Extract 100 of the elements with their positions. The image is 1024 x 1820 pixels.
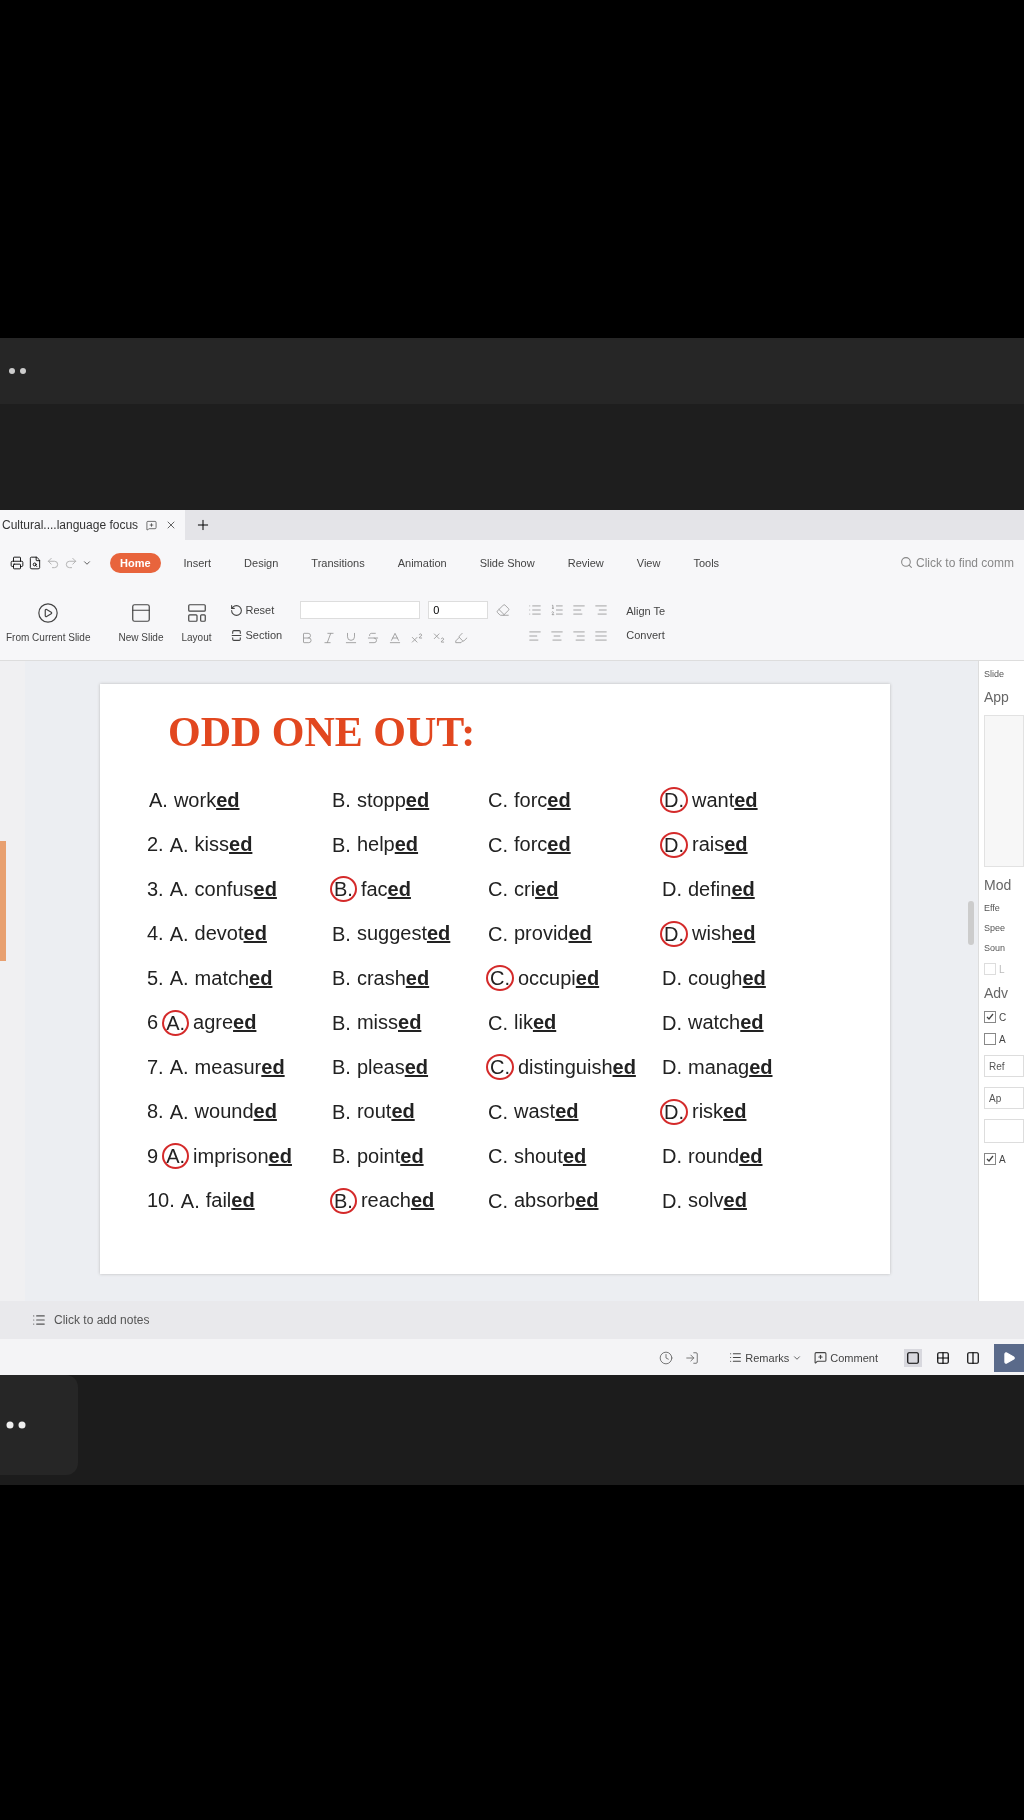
dots-icon[interactable] <box>8 367 28 375</box>
option-word: solved <box>688 1189 747 1213</box>
justify-icon[interactable] <box>594 628 609 643</box>
panel-label: Slide <box>984 669 1005 679</box>
menu-tab[interactable]: Animation <box>387 552 457 573</box>
option-word: cried <box>514 877 559 901</box>
panel-field[interactable] <box>984 1119 1024 1143</box>
dots-icon[interactable] <box>6 1421 28 1429</box>
print-icon[interactable] <box>10 555 24 570</box>
scrollbar-thumb[interactable] <box>968 901 974 945</box>
redo-icon[interactable] <box>64 555 78 570</box>
comment-icon[interactable] <box>146 519 158 531</box>
clear-format-icon[interactable] <box>496 602 511 617</box>
enter-icon[interactable] <box>685 1350 700 1365</box>
option-letter: C. <box>487 1144 509 1170</box>
panel-checkbox[interactable]: A <box>984 1033 1024 1045</box>
option-word: pleased <box>356 1055 429 1079</box>
slide-title: ODD ONE OUT: <box>168 708 477 756</box>
menu-tab[interactable]: Design <box>234 552 289 573</box>
circled-option-letter: C. <box>486 965 514 992</box>
numbering-icon[interactable] <box>550 602 565 617</box>
search-field[interactable]: Click to find comm <box>899 555 1014 570</box>
remarks-button[interactable]: Remarks <box>729 1351 803 1364</box>
menu-tab[interactable]: Transitions <box>301 552 375 573</box>
option-word: measured <box>194 1055 285 1079</box>
option-word: defined <box>688 877 755 901</box>
document-title: Cultural....language focus <box>2 518 139 532</box>
italic-icon[interactable] <box>322 630 337 645</box>
option-letter: C. <box>487 1188 509 1214</box>
new-slide-icon <box>130 602 152 624</box>
option-letter: D. <box>661 1144 683 1170</box>
circled-option-letter: D. <box>660 920 688 947</box>
menu-tab[interactable]: Insert <box>173 552 222 573</box>
option-word: devoted <box>194 922 267 946</box>
circled-option-letter: D. <box>660 831 688 858</box>
option-letter: C. <box>487 788 509 814</box>
bullets-icon[interactable] <box>528 602 543 617</box>
option-word: risked <box>692 1100 747 1124</box>
option-word: wished <box>692 922 756 946</box>
circled-option-letter: B. <box>330 876 357 903</box>
font-size-field[interactable]: 0 <box>428 600 489 619</box>
superscript-icon[interactable] <box>410 630 425 645</box>
font-name-field[interactable] <box>300 600 421 619</box>
notes-placeholder[interactable]: Click to add notes <box>54 1313 150 1327</box>
section-button[interactable]: Section <box>229 628 283 642</box>
slide-thumbnail[interactable] <box>0 841 6 961</box>
option-letter: A. <box>168 832 190 858</box>
option-word: shouted <box>514 1144 587 1168</box>
normal-view-icon[interactable] <box>904 1348 922 1367</box>
option-word: watched <box>688 1011 764 1035</box>
timer-icon[interactable] <box>659 1350 674 1365</box>
layout-preview[interactable] <box>984 715 1024 867</box>
option-word: wasted <box>514 1100 579 1124</box>
comment-button[interactable]: Comment <box>814 1351 878 1364</box>
menu-tab[interactable]: Review <box>557 552 614 573</box>
menu-tab[interactable]: Slide Show <box>469 552 545 573</box>
from-current-slide-button[interactable]: From Current Slide <box>6 602 91 643</box>
play-button[interactable] <box>994 1343 1024 1372</box>
document-tab[interactable]: Cultural....language focus <box>0 510 186 540</box>
align-text-button[interactable]: Align Te <box>626 604 666 617</box>
menu-tab[interactable]: Tools <box>683 552 730 573</box>
subscript-icon[interactable] <box>432 630 447 645</box>
option-word: stopped <box>356 788 430 812</box>
option-letter: D. <box>661 1010 683 1036</box>
menu-tab[interactable]: View <box>626 552 671 573</box>
panel-button[interactable]: Ref <box>984 1055 1024 1077</box>
layout-button[interactable]: Layout <box>181 602 212 643</box>
question-number: 8. <box>147 1100 164 1124</box>
option-word: distinguished <box>518 1055 636 1079</box>
option-word: provided <box>514 922 592 946</box>
option-word: rounded <box>688 1144 763 1168</box>
option-word: matched <box>194 966 273 990</box>
align-right-icon[interactable] <box>572 628 587 643</box>
align-left-icon[interactable] <box>528 628 543 643</box>
option-word: absorbed <box>514 1189 599 1213</box>
align-center-icon[interactable] <box>550 628 565 643</box>
circled-option-letter: D. <box>660 1098 688 1125</box>
option-word: helped <box>356 833 419 857</box>
option-letter: D. <box>661 877 683 903</box>
panel-heading: Adv <box>984 985 1010 1001</box>
panel-checkbox[interactable]: A <box>984 1153 1024 1165</box>
indent-icon[interactable] <box>572 602 587 617</box>
question-number: 3. <box>147 877 164 901</box>
convert-button[interactable]: Convert <box>626 628 666 641</box>
remarks-icon <box>729 1351 743 1364</box>
outdent-icon[interactable] <box>594 602 609 617</box>
font-color-icon[interactable] <box>388 630 403 645</box>
option-letter: D. <box>661 1188 683 1214</box>
new-slide-button[interactable]: New Slide <box>118 602 164 643</box>
bold-icon[interactable] <box>300 630 315 645</box>
reset-button[interactable]: Reset <box>229 603 283 617</box>
preview-icon[interactable] <box>28 555 42 570</box>
circled-option-letter: B. <box>330 1187 357 1214</box>
circled-option-letter: A. <box>162 1009 190 1036</box>
panel-checkbox[interactable]: C <box>984 1011 1024 1023</box>
underline-icon[interactable] <box>344 630 359 645</box>
option-letter: B. <box>331 1055 352 1081</box>
panel-button[interactable]: Ap <box>984 1087 1024 1109</box>
strikethrough-icon[interactable] <box>366 630 381 645</box>
highlight-icon[interactable] <box>454 630 469 645</box>
